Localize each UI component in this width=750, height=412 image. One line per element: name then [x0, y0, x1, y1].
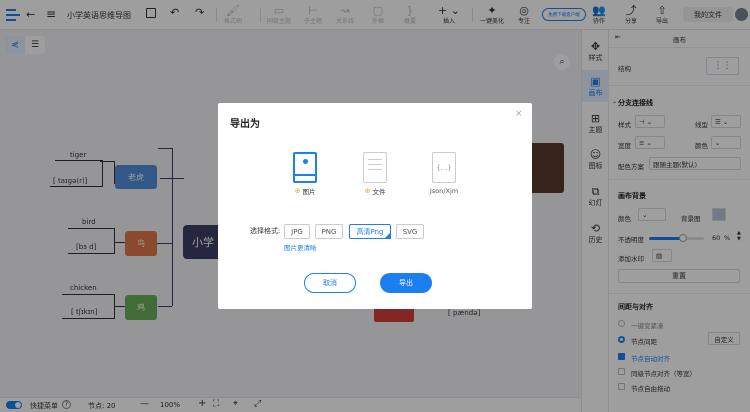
- format-png[interactable]: PNG: [315, 224, 343, 239]
- document-file-icon: [363, 152, 387, 183]
- cancel-button[interactable]: 取消: [304, 273, 356, 293]
- selected-check-icon: [384, 232, 391, 239]
- format-hd-png[interactable]: 高清Png: [349, 224, 391, 239]
- format-svg-label: SVG: [402, 227, 418, 236]
- cancel-label: 取消: [323, 279, 337, 287]
- image-radio-icon: ⊕: [294, 187, 301, 195]
- dialog-title: 导出为: [230, 119, 260, 130]
- format-hd-png-label: 高清Png: [356, 227, 384, 236]
- close-icon[interactable]: ×: [515, 109, 523, 119]
- export-dialog: 导出为 × ⊕ 图片 ⊕ 文件 {...} Json/Xjm 选择格式: JPG P…: [218, 103, 532, 309]
- json-file-icon: {...}: [432, 152, 456, 183]
- export-type-file-label: 文件: [372, 188, 386, 196]
- format-svg[interactable]: SVG: [396, 224, 424, 239]
- select-format-label: 选择格式:: [250, 227, 281, 235]
- export-type-file[interactable]: ⊕ 文件: [360, 152, 390, 196]
- export-type-json-label: Json/Xjm: [429, 187, 459, 195]
- format-jpg-label: JPG: [291, 227, 303, 236]
- hd-hint-link[interactable]: 图片更清晰: [284, 242, 317, 252]
- export-type-image-label: 图片: [302, 188, 316, 196]
- confirm-export-button[interactable]: 导出: [380, 273, 432, 293]
- export-type-image[interactable]: ⊕ 图片: [290, 152, 320, 196]
- file-radio-icon: ⊕: [364, 187, 371, 195]
- format-jpg[interactable]: JPG: [284, 224, 310, 239]
- confirm-export-label: 导出: [399, 279, 413, 287]
- export-type-json[interactable]: {...} Json/Xjm: [426, 152, 462, 196]
- image-file-icon: [293, 152, 317, 183]
- format-png-label: PNG: [321, 227, 337, 236]
